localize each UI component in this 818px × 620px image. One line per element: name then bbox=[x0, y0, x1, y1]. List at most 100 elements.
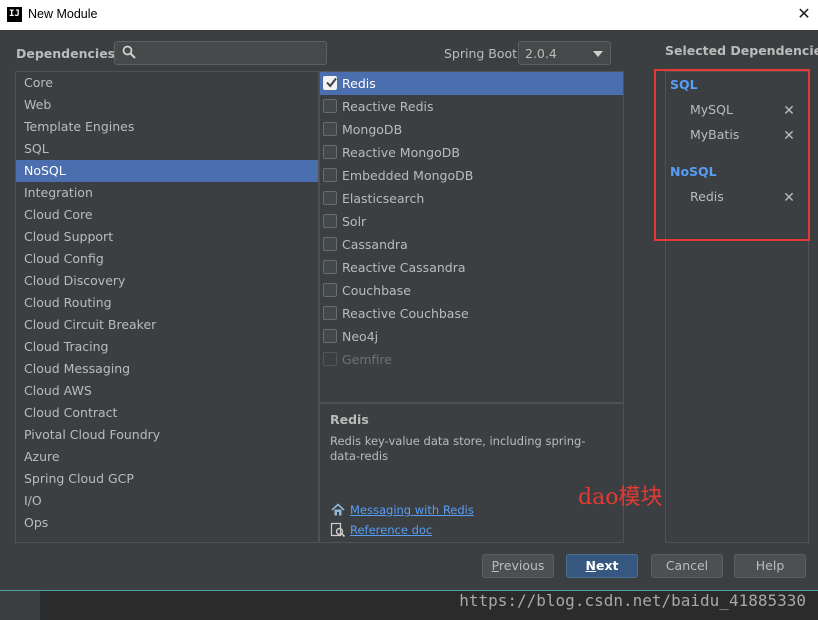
intellij-app-icon: IJ bbox=[7, 7, 22, 22]
dependency-search-input[interactable] bbox=[114, 41, 327, 65]
category-item-cloud-discovery[interactable]: Cloud Discovery bbox=[16, 270, 318, 292]
background-sidebar bbox=[0, 591, 40, 620]
remove-redis-icon[interactable]: ✕ bbox=[782, 191, 796, 205]
dependency-item-reactive-mongodb[interactable]: Reactive MongoDB bbox=[320, 141, 623, 164]
doc-search-icon bbox=[330, 522, 346, 538]
dependency-label: Couchbase bbox=[342, 283, 411, 298]
dependency-item-elasticsearch[interactable]: Elasticsearch bbox=[320, 187, 623, 210]
spring-boot-version-value: 2.0.4 bbox=[525, 46, 557, 61]
dependency-label: Reactive MongoDB bbox=[342, 145, 460, 160]
category-item-integration[interactable]: Integration bbox=[16, 182, 318, 204]
watermark-url: https://blog.csdn.net/baidu_41885330 bbox=[459, 591, 806, 610]
checkbox[interactable] bbox=[323, 99, 337, 113]
previous-button[interactable]: Previous bbox=[482, 554, 554, 578]
dependency-label: Reactive Cassandra bbox=[342, 260, 466, 275]
dependency-label: Solr bbox=[342, 214, 367, 229]
description-text: Redis key-value data store, including sp… bbox=[330, 434, 586, 463]
title-bar: IJ New Module ✕ bbox=[0, 0, 818, 30]
dependency-item-reactive-redis[interactable]: Reactive Redis bbox=[320, 95, 623, 118]
category-item-cloud-contract[interactable]: Cloud Contract bbox=[16, 402, 318, 424]
dependency-item-reactive-cassandra[interactable]: Reactive Cassandra bbox=[320, 256, 623, 279]
search-icon bbox=[122, 45, 136, 59]
category-item-ops[interactable]: Ops bbox=[16, 512, 318, 534]
checkbox[interactable] bbox=[323, 283, 337, 297]
dao-module-annotation: dao模块 bbox=[578, 485, 663, 510]
selected-item-mysql: MySQL bbox=[690, 102, 733, 117]
checkbox[interactable] bbox=[323, 237, 337, 251]
reference-link-row[interactable]: Reference doc bbox=[330, 521, 432, 539]
selected-group-sql: SQL bbox=[670, 77, 698, 92]
close-icon[interactable]: ✕ bbox=[796, 5, 812, 23]
category-item-cloud-routing[interactable]: Cloud Routing bbox=[16, 292, 318, 314]
checkbox[interactable] bbox=[323, 214, 337, 228]
category-item-web[interactable]: Web bbox=[16, 94, 318, 116]
category-item-nosql[interactable]: NoSQL bbox=[16, 160, 318, 182]
dependency-item-solr[interactable]: Solr bbox=[320, 210, 623, 233]
dependency-label: Reactive Couchbase bbox=[342, 306, 469, 321]
new-module-dialog: Dependencies Spring Boot 2.0.4 Selected … bbox=[0, 30, 818, 590]
spring-boot-version-select[interactable]: 2.0.4 bbox=[518, 41, 611, 65]
category-item-pivotal-cloud-foundry[interactable]: Pivotal Cloud Foundry bbox=[16, 424, 318, 446]
selected-group-nosql: NoSQL bbox=[670, 164, 717, 179]
checkmark-icon bbox=[326, 77, 337, 88]
dependency-item-cassandra[interactable]: Cassandra bbox=[320, 233, 623, 256]
dependency-label: Redis bbox=[342, 76, 376, 91]
background-strip: https://blog.csdn.net/baidu_41885330 bbox=[0, 590, 818, 620]
dependency-item-mongodb[interactable]: MongoDB bbox=[320, 118, 623, 141]
checkbox[interactable] bbox=[323, 145, 337, 159]
help-button[interactable]: Help bbox=[734, 554, 806, 578]
spring-boot-label: Spring Boot bbox=[444, 46, 518, 61]
home-icon bbox=[331, 503, 345, 516]
dependency-description-panel: Redis Redis key-value data store, includ… bbox=[319, 403, 624, 543]
dependency-label: Neo4j bbox=[342, 329, 379, 344]
description-title: Redis bbox=[330, 412, 369, 427]
reference-doc-link[interactable]: Reference doc bbox=[350, 523, 432, 537]
checkbox[interactable] bbox=[323, 329, 337, 343]
dependency-item-neo4j[interactable]: Neo4j bbox=[320, 325, 623, 348]
dependency-label: Reactive Redis bbox=[342, 99, 434, 114]
cancel-button[interactable]: Cancel bbox=[651, 554, 723, 578]
guide-link-row[interactable]: Messaging with Redis bbox=[330, 501, 474, 519]
category-item-cloud-aws[interactable]: Cloud AWS bbox=[16, 380, 318, 402]
checkbox[interactable] bbox=[323, 168, 337, 182]
category-item-cloud-circuit-breaker[interactable]: Cloud Circuit Breaker bbox=[16, 314, 318, 336]
dependency-list: Redis Reactive Redis MongoDB Reactive Mongo… bbox=[319, 71, 624, 403]
category-item-azure[interactable]: Azure bbox=[16, 446, 318, 468]
category-item-cloud-support[interactable]: Cloud Support bbox=[16, 226, 318, 248]
dependency-label: Gemfire bbox=[342, 352, 392, 367]
dependency-item-redis[interactable]: Redis bbox=[320, 72, 623, 95]
selected-item-redis: Redis bbox=[690, 189, 724, 204]
category-item-cloud-config[interactable]: Cloud Config bbox=[16, 248, 318, 270]
dependency-item-embedded-mongodb[interactable]: Embedded MongoDB bbox=[320, 164, 623, 187]
window-title: New Module bbox=[28, 7, 98, 21]
checkbox[interactable] bbox=[323, 306, 337, 320]
checkbox[interactable] bbox=[323, 260, 337, 274]
dependency-label: Embedded MongoDB bbox=[342, 168, 474, 183]
category-item-spring-cloud-gcp[interactable]: Spring Cloud GCP bbox=[16, 468, 318, 490]
chevron-down-icon bbox=[593, 51, 603, 57]
dependencies-label: Dependencies bbox=[16, 46, 116, 61]
selected-dependencies-label: Selected Dependencies bbox=[665, 43, 818, 58]
category-list: Core Web Template Engines SQL NoSQL Integrati… bbox=[15, 71, 319, 543]
messaging-with-redis-link[interactable]: Messaging with Redis bbox=[350, 503, 474, 517]
checkbox[interactable] bbox=[323, 191, 337, 205]
next-button[interactable]: Next bbox=[566, 554, 638, 578]
dependency-item-reactive-couchbase[interactable]: Reactive Couchbase bbox=[320, 302, 623, 325]
checkbox[interactable] bbox=[323, 122, 337, 136]
dependency-label: MongoDB bbox=[342, 122, 403, 137]
remove-mybatis-icon[interactable]: ✕ bbox=[782, 129, 796, 143]
category-item-cloud-core[interactable]: Cloud Core bbox=[16, 204, 318, 226]
selected-item-mybatis: MyBatis bbox=[690, 127, 740, 142]
checkbox bbox=[323, 352, 337, 366]
category-item-core[interactable]: Core bbox=[16, 72, 318, 94]
checkbox[interactable] bbox=[323, 76, 337, 90]
remove-mysql-icon[interactable]: ✕ bbox=[782, 104, 796, 118]
dependency-label: Elasticsearch bbox=[342, 191, 425, 206]
highlight-box bbox=[654, 69, 810, 241]
category-item-cloud-tracing[interactable]: Cloud Tracing bbox=[16, 336, 318, 358]
category-item-cloud-messaging[interactable]: Cloud Messaging bbox=[16, 358, 318, 380]
category-item-sql[interactable]: SQL bbox=[16, 138, 318, 160]
dependency-item-couchbase[interactable]: Couchbase bbox=[320, 279, 623, 302]
category-item-i-o[interactable]: I/O bbox=[16, 490, 318, 512]
category-item-template-engines[interactable]: Template Engines bbox=[16, 116, 318, 138]
